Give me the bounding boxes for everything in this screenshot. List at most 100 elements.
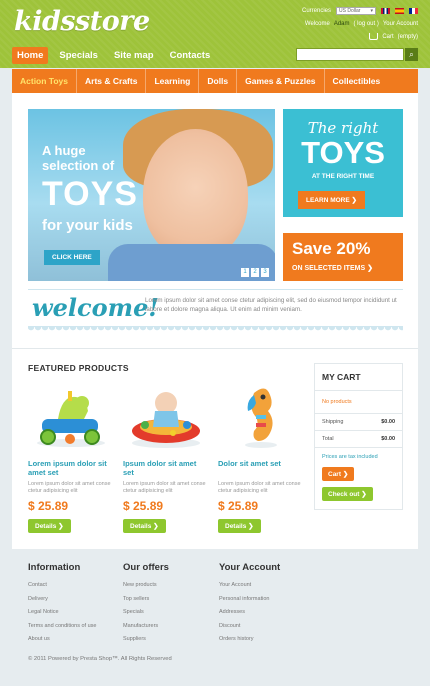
product-desc: Lorem ipsum dolor sit amet conse ctetur … [123,481,206,494]
footer-link-top-sellers[interactable]: Top sellers [123,593,169,607]
product-image[interactable] [28,381,114,451]
total-label: Total [322,436,334,442]
product-image[interactable] [123,381,209,451]
cart-total-row: Total $0.00 [315,431,402,448]
category-collectibles[interactable]: Collectibles [325,69,389,93]
footer-link-specials[interactable]: Specials [123,606,169,620]
chevron-right-icon: ❯ [367,265,373,272]
slide-2[interactable]: 2 [251,268,259,277]
welcome-text: Lorem ipsum dolor sit amet conse ctetur … [145,297,397,313]
cart-icon [369,33,379,40]
details-button[interactable]: Details ❯ [28,519,71,533]
product-card: Dolor sit amet set Lorem ipsum dolor sit… [218,381,304,533]
slider-pager: 1 2 3 [241,268,269,277]
nav-specials[interactable]: Specials [54,47,103,64]
header-cart[interactable]: Cart (empty) [369,33,418,40]
product-name[interactable]: Lorem ipsum dolor sit amet set [28,459,114,479]
product-image[interactable] [218,381,304,451]
currency-row: Currencies US Dollar ▾ [302,7,418,15]
search-button[interactable]: ⌕ [405,48,418,61]
nav-contacts[interactable]: Contacts [165,47,216,64]
product-name[interactable]: Dolor sit amet set [218,459,304,479]
slide-3[interactable]: 3 [261,268,269,277]
learn-more-button[interactable]: LEARN MORE ❯ [298,191,365,209]
category-learning[interactable]: Learning [146,69,200,93]
footer-link-delivery[interactable]: Delivery [28,593,96,607]
search-box: ⌕ [296,48,418,61]
header: kidsstore Currencies US Dollar ▾ Welcome… [0,0,430,68]
logout-link[interactable]: ( log out ) [354,21,379,27]
category-bar: Action Toys Arts & Crafts Learning Dolls… [12,69,418,93]
currency-value: US Dollar [339,8,361,14]
shipping-label: Shipping [322,419,344,425]
category-games-puzzles[interactable]: Games & Puzzles [237,69,325,93]
details-button[interactable]: Details ❯ [123,519,166,533]
footer-link-addresses[interactable]: Addresses [219,606,280,620]
footer-link-discount[interactable]: Discount [219,620,280,634]
promo-save[interactable]: Save 20% ON SELECTED ITEMS ❯ [283,233,403,281]
footer-heading: Our offers [123,562,169,573]
cart-title: MY CART [315,364,402,391]
product-price: $ 25.89 [218,499,259,513]
promo-right-toys[interactable]: The right TOYS AT THE RIGHT TIME LEARN M… [283,109,403,217]
product-desc: Lorem ipsum dolor sit amet conse ctetur … [28,481,111,494]
promo-save-text: ON SELECTED ITEMS [292,265,366,272]
product-name[interactable]: Ipsum dolor sit amet set [123,459,209,479]
footer-link-about[interactable]: About us [28,633,96,647]
banner-line3: for your kids [42,217,133,234]
footer-link-your-account[interactable]: Your Account [219,579,280,593]
footer-account: Your Account Your Account Personal infor… [219,562,280,647]
cart-shipping-row: Shipping $0.00 [315,414,402,431]
top-nav: Home Specials Site map Contacts [12,47,215,64]
footer-link-new-products[interactable]: New products [123,579,169,593]
currency-select[interactable]: US Dollar ▾ [336,7,376,15]
cart-empty-text: No products [315,391,402,414]
footer-link-manufacturers[interactable]: Manufacturers [123,620,169,634]
promo-save-line1: Save 20% [292,239,371,258]
cart-button-label: Cart [328,471,342,478]
shipping-value: $0.00 [381,419,395,425]
category-dolls[interactable]: Dolls [199,69,238,93]
nav-site-map[interactable]: Site map [109,47,159,64]
chevron-right-icon: ❯ [248,523,254,530]
category-action-toys[interactable]: Action Toys [12,69,78,93]
footer-link-legal[interactable]: Legal Notice [28,606,96,620]
tax-note: Prices are tax included [322,454,378,460]
product-price: $ 25.89 [28,499,69,513]
hero-banner[interactable]: A huge selection of TOYS for your kids C… [28,109,275,281]
footer-link-orders-history[interactable]: Orders history [219,633,280,647]
footer-offers: Our offers New products Top sellers Spec… [123,562,169,647]
currencies-label: Currencies [301,8,331,14]
search-input[interactable] [296,48,404,61]
chevron-right-icon: ❯ [153,523,159,530]
promo-save-line2: ON SELECTED ITEMS ❯ [292,264,373,272]
seahorse-toy-icon [245,388,277,448]
promo-top-line2: TOYS [301,135,385,170]
banner-click-here-button[interactable]: CLICK HERE [44,250,100,265]
details-button[interactable]: Details ❯ [218,519,261,533]
product-desc: Lorem ipsum dolor sit amet conse ctetur … [218,481,301,494]
total-value: $0.00 [381,436,395,442]
cart-button[interactable]: Cart ❯ [322,467,355,481]
nav-home[interactable]: Home [12,47,49,64]
footer-link-contact[interactable]: Contact [28,579,96,593]
banner-line1: A huge selection of [42,143,115,173]
footer-heading: Information [28,562,81,573]
checkout-button[interactable]: Check out ❯ [322,487,373,501]
cart-status: (empty) [397,33,418,40]
slide-1[interactable]: 1 [241,268,249,277]
logo[interactable]: kidsstore [14,6,150,37]
baby-walker-toy-icon [132,392,200,448]
footer-link-suppliers[interactable]: Suppliers [123,633,169,647]
footer-link-personal-info[interactable]: Personal information [219,593,280,607]
flag-fr-icon[interactable] [409,8,418,14]
footer-link-terms[interactable]: Terms and conditions of use [28,620,96,634]
your-account-link[interactable]: Your Account [383,21,418,27]
flag-en-icon[interactable] [381,8,390,14]
product-card: Lorem ipsum dolor sit amet set Lorem ips… [28,381,114,533]
flag-es-icon[interactable] [395,8,404,14]
rocking-horse-toy-icon [37,391,105,447]
details-label: Details [130,523,152,530]
cart-label: Cart [382,33,394,40]
category-arts-crafts[interactable]: Arts & Crafts [77,69,147,93]
